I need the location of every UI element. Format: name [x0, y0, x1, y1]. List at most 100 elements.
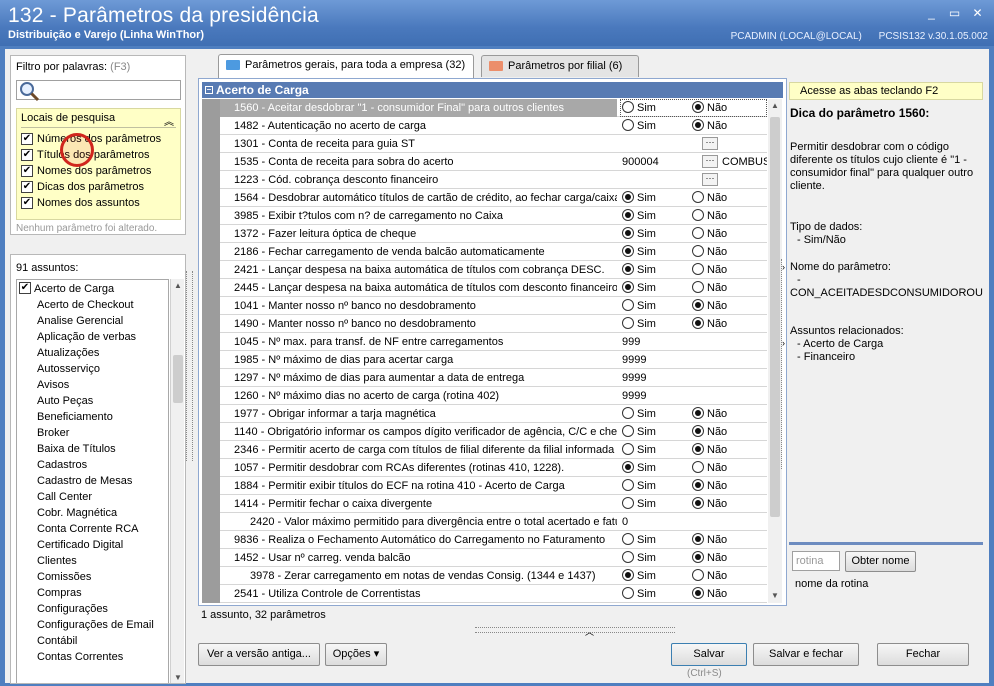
group-header[interactable]: – Acerto de Carga: [202, 82, 783, 98]
parameter-value[interactable]: Sim Não: [620, 423, 767, 441]
parameter-value[interactable]: Sim Não: [620, 549, 767, 567]
radio-option-nao[interactable]: Não: [692, 567, 727, 585]
radio-empty-icon[interactable]: [692, 209, 704, 222]
scroll-thumb[interactable]: [770, 117, 780, 517]
radio-empty-icon[interactable]: [692, 191, 704, 204]
parameter-value[interactable]: Sim Não: [620, 567, 767, 585]
radio-option-sim[interactable]: Sim: [622, 531, 656, 549]
subject-item[interactable]: Cadastro de Mesas: [17, 473, 167, 489]
radio-option-sim[interactable]: Sim: [622, 225, 656, 243]
parameter-value[interactable]: Sim Não: [620, 495, 767, 513]
radio-empty-icon[interactable]: [692, 227, 704, 240]
radio-empty-icon[interactable]: [622, 425, 634, 438]
radio-option-sim[interactable]: Sim: [622, 189, 656, 207]
radio-empty-icon[interactable]: [622, 119, 634, 132]
parameter-value[interactable]: ···: [620, 171, 767, 189]
parameter-row[interactable]: 1057 - Permitir desdobrar com RCAs difer…: [202, 459, 767, 477]
radio-selected-icon[interactable]: [622, 227, 634, 240]
radio-selected-icon[interactable]: [622, 281, 634, 294]
radio-selected-icon[interactable]: [622, 245, 634, 258]
radio-option-nao[interactable]: Não: [692, 585, 727, 603]
parameter-row[interactable]: 1297 - Nº máximo de dias para aumentar a…: [202, 369, 767, 387]
radio-option-sim[interactable]: Sim: [622, 117, 656, 135]
parameter-row[interactable]: 1260 - Nº máximo dias no acerto de carga…: [202, 387, 767, 405]
parameter-row[interactable]: 9836 - Realiza o Fechamento Automático d…: [202, 531, 767, 549]
ellipsis-button[interactable]: ···: [702, 137, 718, 150]
radio-option-sim[interactable]: Sim: [622, 207, 656, 225]
parameter-row[interactable]: 2421 - Lançar despesa na baixa automátic…: [202, 261, 767, 279]
parameter-value[interactable]: ···: [620, 135, 767, 153]
radio-option-nao[interactable]: Não: [692, 261, 727, 279]
parameter-row[interactable]: 1977 - Obrigar informar a tarja magnétic…: [202, 405, 767, 423]
subject-item[interactable]: Contas Correntes: [17, 649, 167, 665]
routine-input[interactable]: rotina: [792, 551, 840, 571]
parameter-value[interactable]: 9999: [620, 351, 767, 369]
tab-general-parameters[interactable]: Parâmetros gerais, para toda a empresa (…: [218, 54, 474, 78]
subject-item[interactable]: Auto Peças: [17, 393, 167, 409]
bottom-splitter[interactable]: [475, 627, 675, 633]
subject-item[interactable]: Aplicação de verbas: [17, 329, 167, 345]
parameter-value[interactable]: Sim Não: [620, 297, 767, 315]
left-splitter[interactable]: [186, 271, 193, 461]
subject-item[interactable]: Configurações: [17, 601, 167, 617]
scroll-down-icon[interactable]: ▼: [768, 589, 782, 603]
radio-option-nao[interactable]: Não: [692, 279, 727, 297]
subjects-list[interactable]: ✔ Acerto de Carga Acerto de Checkout Anal…: [16, 279, 169, 683]
tab-branch-parameters[interactable]: Parâmetros por filial (6): [481, 55, 639, 77]
radio-selected-icon[interactable]: [692, 101, 704, 114]
parameter-row[interactable]: 3985 - Exibir t?tulos com n? de carregam…: [202, 207, 767, 225]
parameter-value[interactable]: Sim Não: [620, 477, 767, 495]
subject-item[interactable]: Autosserviço: [17, 361, 167, 377]
radio-option-sim[interactable]: Sim: [622, 243, 656, 261]
location-option-subjects[interactable]: ✔ Nomes dos assuntos: [21, 195, 140, 211]
minimize-icon[interactable]: _: [921, 6, 942, 22]
text-value[interactable]: 9999: [622, 351, 646, 369]
parameter-value[interactable]: 999: [620, 333, 767, 351]
ellipsis-button[interactable]: ···: [702, 155, 718, 168]
radio-empty-icon[interactable]: [622, 443, 634, 456]
radio-selected-icon[interactable]: [622, 461, 634, 474]
radio-option-nao[interactable]: Não: [692, 495, 727, 513]
parameter-value[interactable]: Sim Não: [620, 459, 767, 477]
locations-header[interactable]: Locais de pesquisa ︽: [21, 112, 176, 128]
radio-empty-icon[interactable]: [622, 407, 634, 420]
radio-option-nao[interactable]: Não: [692, 99, 727, 117]
radio-option-nao[interactable]: Não: [692, 441, 727, 459]
text-value[interactable]: 999: [622, 333, 640, 351]
text-value[interactable]: 9999: [622, 369, 646, 387]
radio-selected-icon[interactable]: [692, 299, 704, 312]
subject-item[interactable]: Contábil: [17, 633, 167, 649]
checkbox-checked-icon[interactable]: ✔: [19, 282, 31, 295]
radio-empty-icon[interactable]: [692, 569, 704, 582]
radio-selected-icon[interactable]: [692, 317, 704, 330]
parameter-value[interactable]: Sim Não: [620, 189, 767, 207]
parameter-row[interactable]: 1490 - Manter nosso nº banco no desdobra…: [202, 315, 767, 333]
parameter-value[interactable]: 900004 ··· COMBUS: [620, 153, 767, 171]
radio-option-sim[interactable]: Sim: [622, 297, 656, 315]
parameter-row[interactable]: 1452 - Usar nº carreg. venda balcão Sim Nã…: [202, 549, 767, 567]
parameter-row[interactable]: 1223 - Cód. cobrança desconto financeiro…: [202, 171, 767, 189]
radio-empty-icon[interactable]: [692, 281, 704, 294]
subject-item[interactable]: Cobr. Magnética: [17, 505, 167, 521]
checkbox-checked-icon[interactable]: ✔: [21, 181, 33, 193]
parameter-value[interactable]: Sim Não: [620, 99, 767, 117]
expand-up-icon[interactable]: ︿: [585, 625, 594, 638]
subject-item[interactable]: Cadastros: [17, 457, 167, 473]
radio-selected-icon[interactable]: [692, 425, 704, 438]
subject-item[interactable]: Acerto de Checkout: [17, 297, 167, 313]
radio-option-nao[interactable]: Não: [692, 243, 727, 261]
radio-option-sim[interactable]: Sim: [622, 585, 656, 603]
subject-item[interactable]: Certificado Digital: [17, 537, 167, 553]
parameter-value[interactable]: Sim Não: [620, 117, 767, 135]
radio-option-sim[interactable]: Sim: [622, 477, 656, 495]
collapse-up-icon[interactable]: ︽: [164, 113, 174, 128]
subject-item[interactable]: Conta Corrente RCA: [17, 521, 167, 537]
radio-option-nao[interactable]: Não: [692, 225, 727, 243]
subject-item[interactable]: Broker: [17, 425, 167, 441]
radio-option-sim[interactable]: Sim: [622, 405, 656, 423]
radio-option-nao[interactable]: Não: [692, 477, 727, 495]
radio-empty-icon[interactable]: [622, 101, 634, 114]
scroll-up-icon[interactable]: ▲: [768, 99, 782, 113]
subject-item[interactable]: Avisos: [17, 377, 167, 393]
radio-option-sim[interactable]: Sim: [622, 99, 656, 117]
